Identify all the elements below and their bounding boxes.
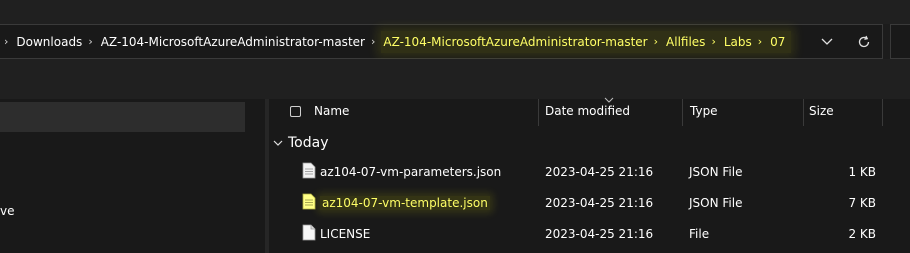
file-type: File: [689, 227, 710, 241]
group-header-today[interactable]: Today: [273, 135, 329, 151]
refresh-button[interactable]: [847, 24, 881, 59]
json-file-icon: [302, 162, 316, 179]
group-label: Today: [288, 135, 329, 151]
column-header-name[interactable]: Name: [314, 104, 349, 118]
select-all-checkbox[interactable]: [290, 106, 301, 117]
address-history-button[interactable]: [810, 24, 844, 59]
column-divider[interactable]: [803, 99, 804, 126]
column-header-type[interactable]: Type: [690, 104, 718, 118]
sort-indicator-icon: [604, 97, 614, 103]
highlighted-breadcrumb-group: AZ-104-MicrosoftAzureAdministrator-maste…: [381, 30, 792, 53]
breadcrumb-az104-master[interactable]: AZ-104-MicrosoftAzureAdministrator-maste…: [99, 35, 367, 49]
file-date: 2023-04-25 21:16: [545, 227, 654, 241]
chevron-down-icon: [273, 140, 283, 146]
file-size: 7 KB: [848, 196, 876, 210]
file-type: JSON File: [689, 196, 743, 210]
file-date: 2023-04-25 21:16: [545, 165, 654, 179]
file-name: az104-07-vm-template.json: [320, 196, 490, 210]
nav-item-label[interactable]: ve: [0, 204, 14, 218]
json-file-icon: [302, 193, 316, 210]
file-row[interactable]: az104-07-vm-template.json 2023-04-25 21:…: [269, 188, 910, 218]
file-row[interactable]: az104-07-vm-parameters.json 2023-04-25 2…: [269, 157, 910, 187]
file-name: LICENSE: [320, 227, 371, 241]
file-icon: [302, 224, 316, 241]
nav-selected-item[interactable]: [0, 102, 245, 132]
column-divider[interactable]: [682, 99, 683, 126]
breadcrumb-separator-icon[interactable]: ›: [707, 35, 721, 48]
column-divider[interactable]: [882, 99, 883, 126]
command-bar: [0, 59, 910, 99]
breadcrumb-separator-icon[interactable]: ›: [650, 35, 664, 48]
search-input[interactable]: [890, 24, 910, 59]
breadcrumb-separator-icon[interactable]: ›: [367, 35, 381, 48]
file-name: az104-07-vm-parameters.json: [320, 165, 502, 179]
breadcrumb-az104-master-inner[interactable]: AZ-104-MicrosoftAzureAdministrator-maste…: [381, 35, 649, 49]
breadcrumb-separator-icon[interactable]: ›: [0, 35, 14, 48]
file-row[interactable]: LICENSE 2023-04-25 21:16 File 2 KB: [269, 219, 910, 249]
breadcrumb: › Downloads › AZ-104-MicrosoftAzureAdmin…: [0, 24, 792, 59]
file-size: 2 KB: [848, 227, 876, 241]
breadcrumb-07[interactable]: 07: [768, 35, 787, 49]
refresh-icon: [858, 35, 870, 47]
breadcrumb-downloads[interactable]: Downloads: [14, 35, 84, 49]
file-date: 2023-04-25 21:16: [545, 196, 654, 210]
file-name-highlighted: az104-07-vm-template.json: [320, 188, 490, 218]
breadcrumb-labs[interactable]: Labs: [722, 35, 754, 49]
breadcrumb-separator-icon[interactable]: ›: [84, 35, 98, 48]
chevron-down-icon: [821, 38, 833, 45]
breadcrumb-separator-icon[interactable]: ›: [754, 35, 768, 48]
file-size: 1 KB: [848, 165, 876, 179]
title-strip: [0, 0, 910, 24]
column-divider[interactable]: [538, 99, 539, 126]
file-type: JSON File: [689, 165, 743, 179]
column-header-date[interactable]: Date modified: [545, 104, 630, 118]
breadcrumb-allfiles[interactable]: Allfiles: [664, 35, 707, 49]
column-header-size[interactable]: Size: [809, 104, 834, 118]
